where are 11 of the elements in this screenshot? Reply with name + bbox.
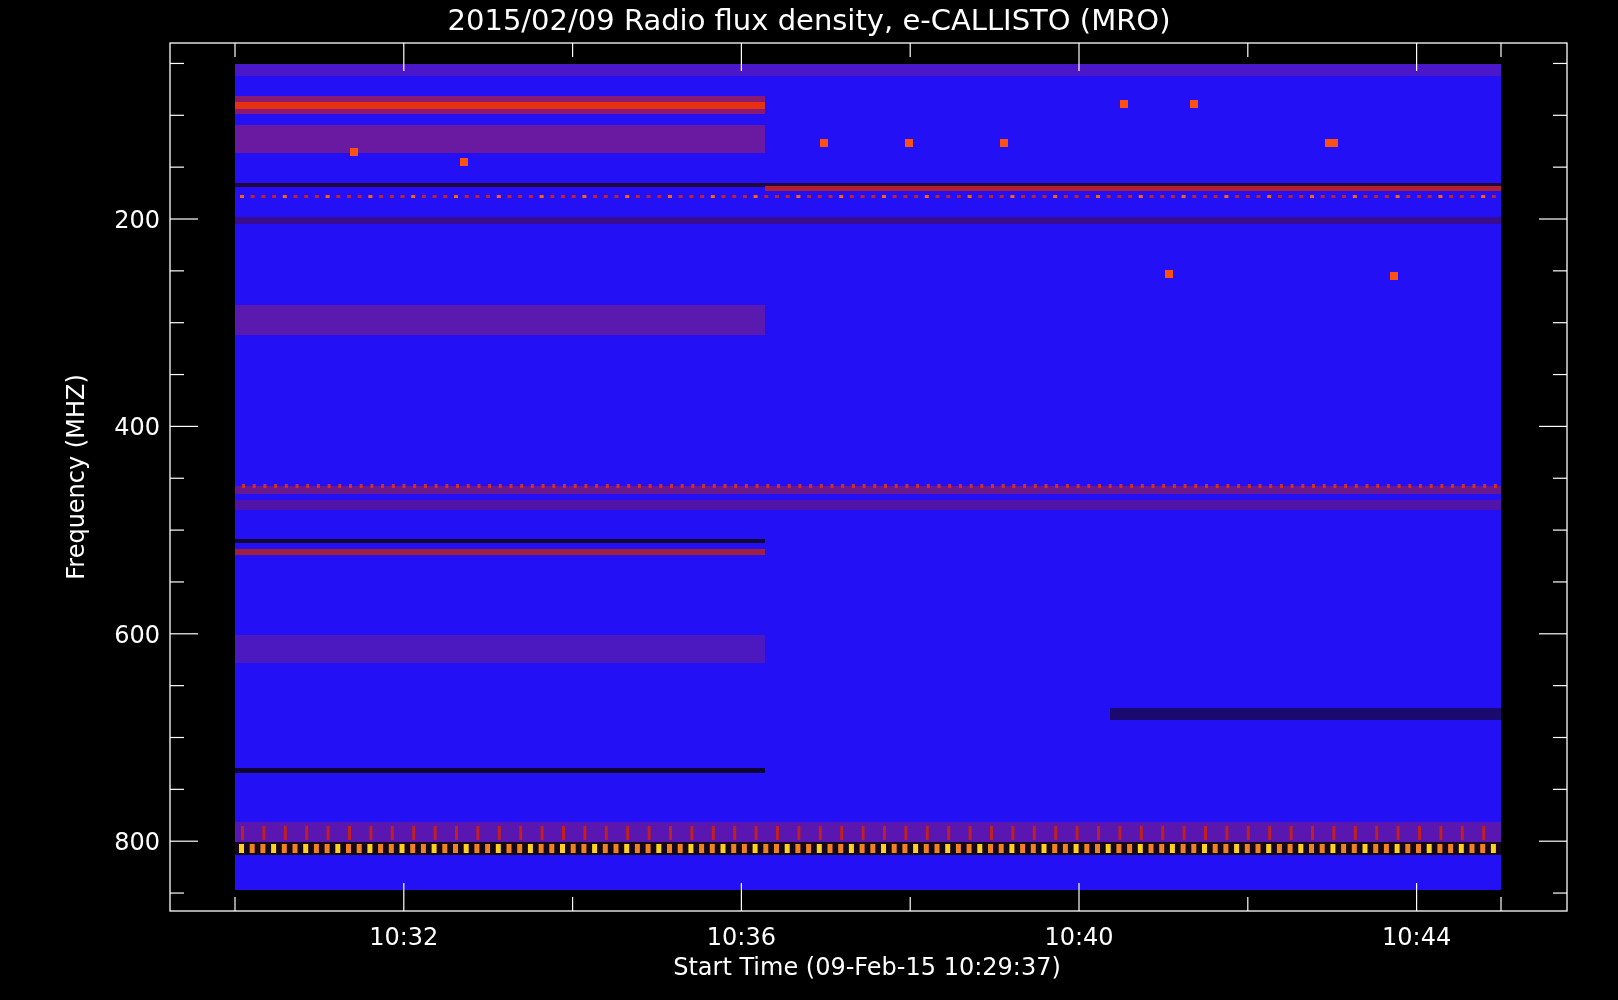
y-tick-label: 600: [114, 620, 160, 649]
chart-title: 2015/02/09 Radio flux density, e-CALLISTO (MRO): [447, 3, 1171, 37]
x-tick-label: 10:40: [1044, 923, 1114, 951]
x-tick-label: 10:36: [706, 923, 776, 951]
y-tick-label: 400: [114, 413, 160, 442]
x-tick-label: 10:44: [1382, 923, 1452, 951]
y-axis-label: Frequency (MHZ): [62, 374, 90, 580]
x-tick-label: 10:32: [369, 923, 439, 951]
y-tick-label: 200: [114, 206, 160, 234]
y-tick-label: 800: [114, 828, 160, 857]
x-axis-label: Start Time (09-Feb-15 10:29:37): [673, 953, 1061, 981]
